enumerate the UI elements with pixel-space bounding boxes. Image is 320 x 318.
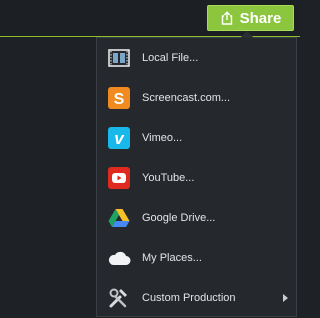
menu-item-local-file[interactable]: Local File... — [97, 38, 296, 78]
screencast-icon: S — [107, 86, 131, 110]
share-button-label: Share — [239, 9, 282, 27]
svg-text:S: S — [114, 91, 125, 108]
menu-item-custom-production[interactable]: Custom Production — [97, 278, 296, 318]
menu-item-label: Local File... — [142, 52, 199, 64]
share-button[interactable]: Share — [207, 5, 294, 31]
share-upload-icon — [221, 11, 232, 25]
menu-item-youtube[interactable]: YouTube... — [97, 158, 296, 198]
youtube-icon — [107, 166, 131, 190]
svg-text:v: v — [114, 129, 125, 148]
google-drive-icon — [107, 206, 131, 230]
menu-item-label: YouTube... — [142, 172, 195, 184]
menu-item-label: My Places... — [142, 252, 202, 264]
menu-item-my-places[interactable]: My Places... — [97, 238, 296, 278]
submenu-arrow-icon — [283, 294, 288, 302]
film-icon — [107, 46, 131, 70]
tools-icon — [107, 286, 131, 310]
cloud-icon — [107, 246, 131, 270]
menu-item-label: Google Drive... — [142, 212, 216, 224]
menu-item-google-drive[interactable]: Google Drive... — [97, 198, 296, 238]
share-menu: Local File... S Screencast.com... v Vime… — [96, 37, 297, 317]
vimeo-icon: v — [107, 126, 131, 150]
top-toolbar: Share — [0, 0, 300, 37]
menu-item-label: Custom Production — [142, 292, 236, 304]
menu-item-screencast[interactable]: S Screencast.com... — [97, 78, 296, 118]
menu-item-label: Vimeo... — [142, 132, 183, 144]
menu-item-label: Screencast.com... — [142, 92, 231, 104]
menu-pointer — [240, 31, 254, 38]
menu-item-vimeo[interactable]: v Vimeo... — [97, 118, 296, 158]
